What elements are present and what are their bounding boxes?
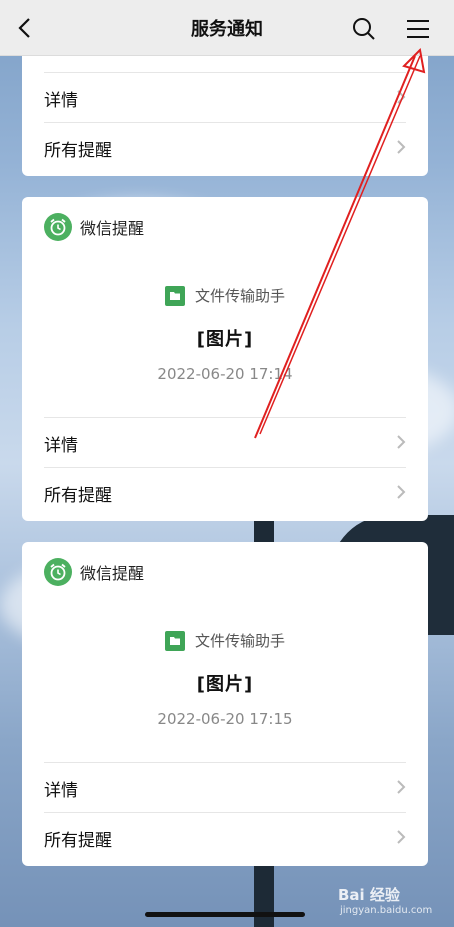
folder-icon [164,285,185,306]
row-label: 详情 [44,435,78,456]
card-header: 微信提醒 [44,213,144,241]
row-label: 所有提醒 [44,140,112,161]
row-label: 所有提醒 [44,485,112,506]
chevron-right-icon [397,435,406,449]
all-reminders-row[interactable]: 所有提醒 [44,122,406,173]
message-text: [图片] [196,674,254,695]
all-reminders-row[interactable]: 所有提醒 [44,812,406,863]
notification-card[interactable]: 微信提醒 文件传输助手 [图片] 2022-06-20 17:14 详情 所有提… [22,197,428,521]
chevron-right-icon [397,830,406,844]
search-icon [353,18,375,40]
menu-icon [407,20,429,38]
page-title: 服务通知 [191,18,263,40]
sender-name: 文件传输助手 [194,632,285,650]
notification-card-partial: 详情 所有提醒 [22,40,428,176]
message-text: [图片] [196,329,254,350]
home-indicator [145,912,305,917]
card-header: 微信提醒 [44,558,144,586]
app-name: 微信提醒 [80,564,145,583]
chevron-left-icon [18,18,30,38]
baidu-jingyan-watermark: Bai 经验 [338,886,400,904]
row-label: 详情 [44,780,78,801]
sender-name: 文件传输助手 [194,287,285,305]
alarm-clock-icon [44,558,72,586]
row-label: 所有提醒 [44,830,112,851]
sender-line: 文件传输助手 [22,285,428,306]
details-row[interactable]: 详情 [44,72,406,123]
search-button[interactable] [350,15,378,43]
app-name: 微信提醒 [80,219,145,238]
watermark-url: jingyan.baidu.com [340,905,433,916]
folder-icon [164,630,185,651]
chevron-right-icon [397,485,406,499]
menu-button[interactable] [404,15,432,43]
message-time: 2022-06-20 17:15 [157,710,293,728]
message-time: 2022-06-20 17:14 [157,365,293,383]
chevron-right-icon [397,140,406,154]
back-button[interactable] [10,14,38,42]
navigation-bar: 服务通知 [0,0,454,56]
details-row[interactable]: 详情 [44,417,406,468]
alarm-clock-icon [44,213,72,241]
details-row[interactable]: 详情 [44,762,406,813]
notification-card[interactable]: 微信提醒 文件传输助手 [图片] 2022-06-20 17:15 详情 所有提… [22,542,428,866]
all-reminders-row[interactable]: 所有提醒 [44,467,406,518]
chevron-right-icon [397,780,406,794]
sender-line: 文件传输助手 [22,630,428,651]
row-label: 详情 [44,90,78,111]
chevron-right-icon [397,90,406,104]
